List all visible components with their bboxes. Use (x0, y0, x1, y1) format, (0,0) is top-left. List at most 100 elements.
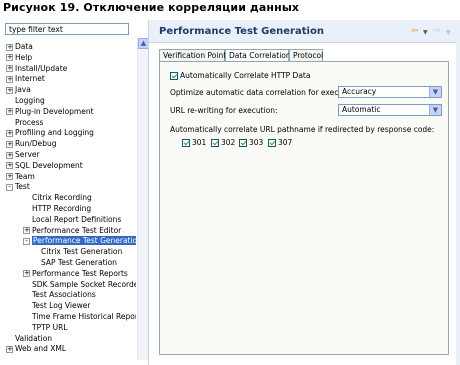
filter-input[interactable]: type filter text (5, 23, 129, 35)
optimize-select[interactable]: Accuracy ▼ (338, 86, 442, 98)
tree-item-label: Local Report Definitions (32, 214, 122, 224)
chevron-down-icon[interactable]: ▼ (446, 29, 451, 36)
tree-item[interactable]: + Help (6, 53, 32, 63)
collapse-icon[interactable]: - (23, 237, 30, 245)
tree-item[interactable]: SAP Test Generation (32, 258, 117, 268)
chevron-down-icon[interactable]: ▼ (429, 87, 441, 97)
tree-item-label: Performance Test Reports (32, 268, 128, 278)
data-correlation-panel: Automatically Correlate HTTP Data Optimi… (159, 61, 449, 355)
tree-item-label: SQL Development (15, 160, 83, 170)
rewrite-select[interactable]: Automatic ▼ (338, 104, 442, 116)
page-header: Performance Test Generation ⇦ ▼ ⇨ ▼ (149, 20, 460, 43)
tree-item[interactable]: Citrix Recording (23, 193, 92, 203)
back-arrow-icon[interactable]: ⇦ (411, 26, 419, 36)
tree-item[interactable]: SDK Sample Socket Recorder (23, 280, 136, 290)
expand-icon[interactable]: + (6, 129, 13, 137)
figure-caption: Рисунок 19. Отключение корреляции данных (3, 1, 300, 14)
tree-item[interactable]: Time Frame Historical Report (23, 312, 136, 322)
tree-item-label: Logging (15, 96, 45, 105)
tree-item[interactable]: - Performance Test Generation (23, 236, 136, 246)
expand-icon[interactable]: + (6, 151, 13, 159)
tree-item-label: Test Associations (32, 290, 96, 300)
code-307-checkbox[interactable] (268, 139, 276, 147)
tree-item[interactable]: + Server (6, 150, 40, 160)
code-307-label: 307 (278, 138, 293, 147)
preferences-tree: + Data + Help + Install/Update + Internet + Java L… (3, 38, 136, 360)
expand-icon[interactable]: + (6, 43, 13, 51)
code-303-row[interactable]: 303 (239, 138, 263, 147)
tree-item[interactable]: + Plug-in Development (6, 107, 94, 117)
tree-item[interactable]: + Performance Test Editor (23, 226, 121, 236)
code-302-checkbox[interactable] (211, 139, 219, 147)
tree-item[interactable]: + SQL Development (6, 161, 83, 171)
tree-item[interactable]: + Install/Update (6, 64, 67, 74)
tree-item[interactable]: Process (6, 118, 43, 128)
tree-item-label: Java (15, 85, 31, 95)
tree-item[interactable]: Local Report Definitions (23, 215, 121, 225)
tree-item[interactable]: + Team (6, 172, 35, 182)
expand-icon[interactable]: + (6, 86, 13, 94)
tree-item[interactable]: Test Log Viewer (23, 301, 90, 311)
tree-item[interactable]: - Test (6, 182, 30, 192)
tree-item[interactable]: TPTP URL (23, 323, 67, 333)
code-301-checkbox[interactable] (182, 139, 190, 147)
tree-item-label: Profiling and Logging (15, 128, 94, 138)
preferences-tree-pane: type filter text + Data + Help + Install/Upda… (3, 20, 149, 360)
collapse-icon[interactable]: - (6, 183, 13, 191)
tree-item-label: Performance Test Generation (32, 236, 136, 246)
forward-arrow-icon[interactable]: ⇨ (433, 26, 441, 36)
tree-item[interactable]: + Java (6, 85, 31, 95)
tree-item-label: SAP Test Generation (41, 258, 117, 267)
tree-item-label: Test Log Viewer (32, 301, 91, 311)
tree-item[interactable]: Citrix Test Generation (32, 247, 122, 257)
tree-item-label: Data (15, 42, 33, 51)
auto-correlate-row[interactable]: Automatically Correlate HTTP Data (170, 71, 310, 80)
tree-item-label: SDK Sample Socket Recorder (32, 279, 136, 289)
expand-icon[interactable]: + (23, 227, 30, 235)
code-307-row[interactable]: 307 (268, 138, 292, 147)
expand-icon[interactable]: + (6, 65, 13, 73)
expand-icon[interactable]: + (6, 54, 13, 62)
code-303-label: 303 (249, 138, 264, 147)
chevron-down-icon[interactable]: ▼ (429, 105, 441, 115)
tree-item[interactable]: + Web and XML (6, 344, 66, 354)
code-301-label: 301 (192, 138, 207, 147)
auto-correlate-checkbox[interactable] (170, 72, 178, 80)
optimize-label: Optimize automatic data correlation for … (170, 88, 361, 97)
expand-icon[interactable]: + (6, 108, 13, 116)
code-301-row[interactable]: 301 (182, 138, 206, 147)
chevron-down-icon[interactable]: ▼ (423, 29, 428, 36)
code-303-checkbox[interactable] (239, 139, 247, 147)
tree-item-label: Internet (15, 74, 45, 84)
expand-icon[interactable]: + (23, 270, 30, 278)
tree-item-label: Validation (15, 333, 53, 343)
tree-item-label: Server (15, 150, 40, 159)
expand-icon[interactable]: + (6, 162, 13, 170)
expand-icon[interactable]: + (6, 345, 13, 353)
tree-item-label: Citrix Test Generation (41, 247, 123, 257)
tree-item[interactable]: + Internet (6, 74, 45, 84)
tab-verification-points[interactable]: Verification Points (159, 49, 230, 61)
code-302-row[interactable]: 302 (211, 138, 235, 147)
code-302-label: 302 (221, 138, 236, 147)
tree-item-label: Team (15, 171, 35, 181)
tree-item[interactable]: + Profiling and Logging (6, 128, 94, 138)
tree-item[interactable]: + Run/Debug (6, 139, 57, 149)
expand-icon[interactable]: + (6, 140, 13, 148)
expand-icon[interactable]: + (6, 173, 13, 181)
tree-item-label: Citrix Recording (32, 193, 92, 203)
tree-item[interactable]: HTTP Recording (23, 204, 91, 214)
tree-item[interactable]: Validation (6, 334, 52, 344)
tab-protocol[interactable]: Protocol (289, 49, 323, 61)
tree-item[interactable]: + Data (6, 42, 33, 52)
expand-icon[interactable]: + (6, 75, 13, 83)
tree-item[interactable]: + Performance Test Reports (23, 269, 128, 279)
tree-item[interactable]: Test Associations (23, 290, 96, 300)
tree-item-label: Help (15, 52, 33, 62)
tree-item[interactable]: Logging (6, 96, 45, 106)
